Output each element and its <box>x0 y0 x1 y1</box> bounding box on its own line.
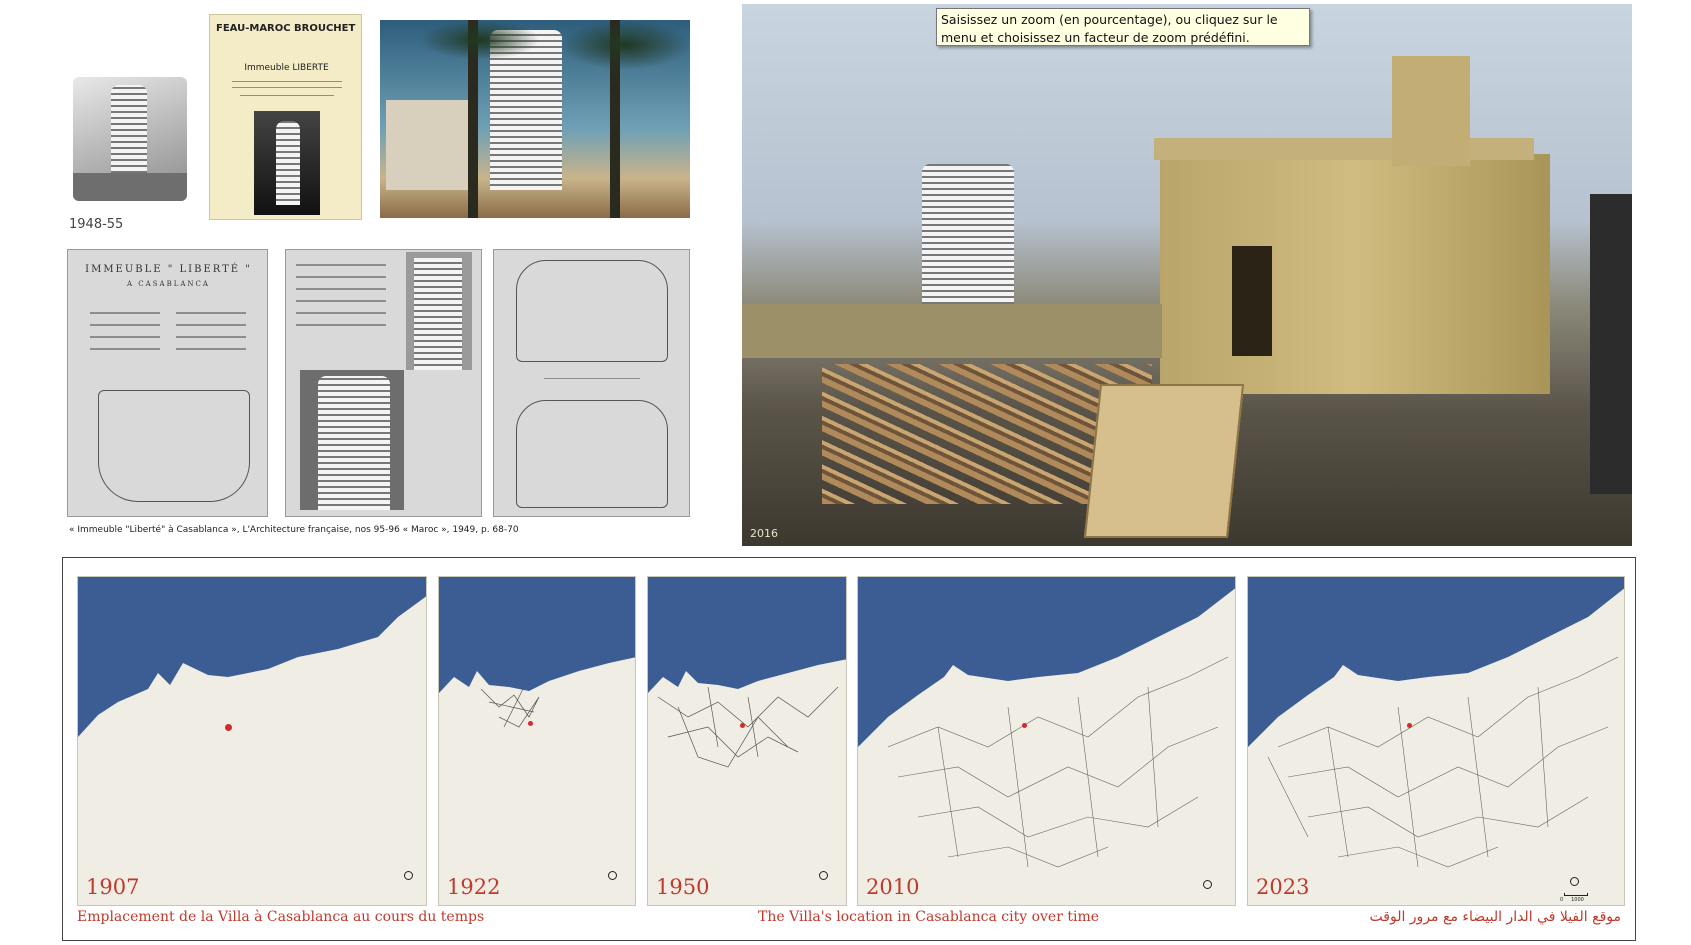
scale-bar <box>1564 893 1588 896</box>
sea-area <box>1248 577 1624 747</box>
north-arrow-icon <box>404 871 413 880</box>
flyer-brand-left: FEAU-MAROC <box>216 23 291 34</box>
flyer-photo <box>254 111 320 215</box>
street-network <box>1267 656 1619 868</box>
hero-photo-villa-rooftop: 2016 <box>742 4 1632 546</box>
villa-marker <box>1407 723 1412 728</box>
villa-marker <box>528 721 533 726</box>
map-year-label: 2010 <box>866 875 920 899</box>
map-1907-svg <box>78 577 426 737</box>
flyer-brand-right: BROUCHET <box>294 23 356 34</box>
sea-area <box>858 577 1235 747</box>
hero-wooden-door <box>1083 384 1245 538</box>
map-1950-svg <box>648 577 846 768</box>
north-arrow-icon <box>819 871 828 880</box>
street-network <box>657 686 839 768</box>
archive-doc-page-2 <box>285 249 482 517</box>
archive-doc-page-3 <box>493 249 690 517</box>
hero-villa-building <box>1160 154 1550 394</box>
doc1-subtitle: A CASABLANCA <box>127 280 210 288</box>
map-2023-svg <box>1248 577 1624 868</box>
archive-citation: « Immeuble "Liberté" à Casablanca », L'A… <box>69 525 519 535</box>
villa-marker <box>225 724 232 731</box>
map-1922-svg <box>439 577 635 728</box>
archive-postcard-color <box>380 20 690 218</box>
archive-date-label: 1948-55 <box>69 217 124 232</box>
map-year-label: 1907 <box>86 875 140 899</box>
map-caption-french: Emplacement de la Villa à Casablanca au … <box>77 909 485 925</box>
map-panel-2023: 0 1000 2023 <box>1247 576 1625 906</box>
map-panel-1922: 1922 <box>438 576 636 906</box>
archive-doc-page-1: IMMEUBLE " LIBERTÉ " A CASABLANCA <box>67 249 268 517</box>
north-arrow-icon <box>608 871 617 880</box>
sea-area <box>439 577 635 693</box>
map-year-label: 2023 <box>1256 875 1310 899</box>
archive-flyer: FEAU-MAROC BROUCHET Immeuble LIBERTE <box>209 14 362 220</box>
flyer-title: Immeuble LIBERTE <box>244 63 329 73</box>
north-arrow-icon <box>1570 877 1579 886</box>
street-network <box>887 656 1229 868</box>
doc1-title: IMMEUBLE " LIBERTÉ " <box>85 264 252 275</box>
villa-marker <box>1022 723 1027 728</box>
map-panel-1907: 1907 <box>77 576 427 906</box>
map-caption-english: The Villa's location in Casablanca city … <box>758 909 1100 925</box>
map-panel-1950: 1950 <box>647 576 847 906</box>
north-arrow-icon <box>1203 880 1212 889</box>
hero-distant-tower <box>922 164 1014 314</box>
map-caption-arabic: موقع الفيلا في الدار البيضاء مع مرور الو… <box>1369 909 1621 925</box>
map-panel-2010: 2010 <box>857 576 1236 906</box>
sea-area <box>648 577 846 693</box>
map-year-label: 1922 <box>447 875 501 899</box>
map-year-label: 1950 <box>656 875 710 899</box>
sea-area <box>78 577 426 737</box>
scale-label: 0 1000 <box>1560 897 1584 903</box>
zoom-tooltip: Saisissez un zoom (en pourcentage), ou c… <box>936 8 1310 46</box>
archive-photo-tower-bw <box>73 77 187 201</box>
hero-year-label: 2016 <box>750 527 778 540</box>
map-2010-svg <box>858 577 1235 868</box>
villa-marker <box>740 723 745 728</box>
